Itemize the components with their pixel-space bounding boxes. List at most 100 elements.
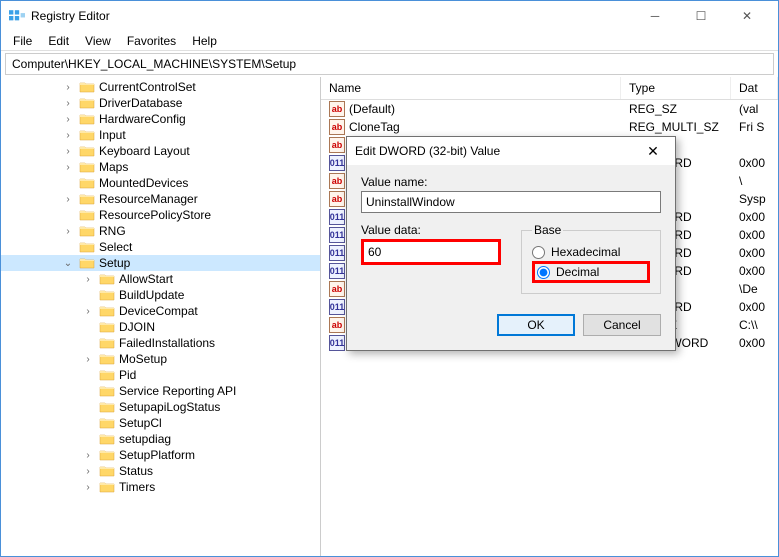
tree-expand-icon[interactable] (81, 432, 95, 446)
radio-hexadecimal-row[interactable]: Hexadecimal (532, 245, 650, 259)
tree-expand-icon[interactable]: › (61, 128, 75, 142)
radio-hexadecimal[interactable] (532, 246, 545, 259)
base-legend: Base (532, 223, 563, 237)
tree-item-resourcepolicystore[interactable]: ResourcePolicyStore (1, 207, 320, 223)
tree-item-mounteddevices[interactable]: MountedDevices (1, 175, 320, 191)
cell-data: 0x00 (731, 227, 778, 243)
tree-item-setup[interactable]: ⌄Setup (1, 255, 320, 271)
maximize-button[interactable]: ☐ (678, 1, 724, 31)
tree-item-failedinstallations[interactable]: FailedInstallations (1, 335, 320, 351)
radio-decimal-row[interactable]: Decimal (532, 261, 650, 283)
value-name-input[interactable] (361, 191, 661, 213)
tree-item-devicecompat[interactable]: ›DeviceCompat (1, 303, 320, 319)
tree-item-keyboard-layout[interactable]: ›Keyboard Layout (1, 143, 320, 159)
tree-expand-icon[interactable]: › (61, 224, 75, 238)
tree-item-setupplatform[interactable]: ›SetupPlatform (1, 447, 320, 463)
address-bar[interactable] (5, 53, 774, 75)
tree-expand-icon[interactable]: › (81, 304, 95, 318)
col-name[interactable]: Name (321, 77, 621, 99)
tree-item-pid[interactable]: Pid (1, 367, 320, 383)
tree-label: Status (119, 464, 153, 478)
col-type[interactable]: Type (621, 77, 731, 99)
menu-edit[interactable]: Edit (40, 32, 77, 50)
folder-icon (99, 464, 115, 478)
binary-value-icon: 011 (329, 227, 345, 243)
tree-label: DJOIN (119, 320, 155, 334)
radio-decimal-label: Decimal (556, 265, 599, 279)
tree-item-resourcemanager[interactable]: ›ResourceManager (1, 191, 320, 207)
tree-expand-icon[interactable]: › (61, 80, 75, 94)
cell-data: 0x00 (731, 263, 778, 279)
menu-favorites[interactable]: Favorites (119, 32, 184, 50)
menu-view[interactable]: View (77, 32, 119, 50)
menu-help[interactable]: Help (184, 32, 225, 50)
tree-expand-icon[interactable]: › (61, 144, 75, 158)
address-input[interactable] (12, 57, 767, 71)
tree-panel[interactable]: ›CurrentControlSet›DriverDatabase›Hardwa… (1, 77, 321, 556)
tree-item-currentcontrolset[interactable]: ›CurrentControlSet (1, 79, 320, 95)
value-data-input[interactable] (361, 239, 501, 265)
tree-expand-icon[interactable] (81, 400, 95, 414)
folder-icon (99, 304, 115, 318)
tree-label: Service Reporting API (119, 384, 236, 398)
tree-expand-icon[interactable]: › (81, 448, 95, 462)
menu-file[interactable]: File (5, 32, 40, 50)
cell-data: (val (731, 101, 778, 117)
dialog-close-button[interactable]: ✕ (639, 137, 667, 165)
cancel-button[interactable]: Cancel (583, 314, 661, 336)
radio-decimal[interactable] (537, 266, 550, 279)
cell-name: abCloneTag (321, 118, 621, 136)
tree-item-setupcl[interactable]: SetupCl (1, 415, 320, 431)
tree-item-timers[interactable]: ›Timers (1, 479, 320, 495)
tree-item-mosetup[interactable]: › MoSetup (1, 351, 320, 367)
tree-expand-icon[interactable]: › (81, 464, 95, 478)
tree-expand-icon[interactable] (81, 416, 95, 430)
list-row[interactable]: ab(Default)REG_SZ(val (321, 100, 778, 118)
tree-expand-icon[interactable] (81, 320, 95, 334)
tree-expand-icon[interactable]: › (61, 192, 75, 206)
tree-label: ResourcePolicyStore (99, 208, 211, 222)
folder-icon (79, 112, 95, 126)
tree-item-setupdiag[interactable]: setupdiag (1, 431, 320, 447)
cell-data: 0x00 (731, 245, 778, 261)
tree-expand-icon[interactable]: › (81, 352, 95, 366)
tree-expand-icon[interactable]: › (81, 272, 95, 286)
tree-expand-icon[interactable]: › (61, 160, 75, 174)
minimize-button[interactable]: ─ (632, 1, 678, 31)
tree-item-setupapilogstatus[interactable]: SetupapiLogStatus (1, 399, 320, 415)
string-value-icon: ab (329, 119, 345, 135)
folder-icon (79, 128, 95, 142)
tree-item-status[interactable]: › Status (1, 463, 320, 479)
ok-button[interactable]: OK (497, 314, 575, 336)
tree-item-buildupdate[interactable]: BuildUpdate (1, 287, 320, 303)
tree-item-input[interactable]: ›Input (1, 127, 320, 143)
list-row[interactable]: abCloneTagREG_MULTI_SZFri S (321, 118, 778, 136)
tree-expand-icon[interactable] (81, 368, 95, 382)
tree-item-allowstart[interactable]: ›AllowStart (1, 271, 320, 287)
tree-expand-icon[interactable]: › (61, 96, 75, 110)
tree-expand-icon[interactable]: › (81, 480, 95, 494)
folder-icon (79, 240, 95, 254)
tree-item-maps[interactable]: ›Maps (1, 159, 320, 175)
tree-item-service-reporting-api[interactable]: Service Reporting API (1, 383, 320, 399)
tree-expand-icon[interactable] (61, 240, 75, 254)
tree-item-select[interactable]: Select (1, 239, 320, 255)
tree-expand-icon[interactable] (61, 208, 75, 222)
tree-label: MoSetup (119, 352, 167, 366)
tree-item-djoin[interactable]: DJOIN (1, 319, 320, 335)
tree-expand-icon[interactable] (61, 176, 75, 190)
tree-expand-icon[interactable] (81, 288, 95, 302)
tree-item-rng[interactable]: ›RNG (1, 223, 320, 239)
folder-icon (99, 480, 115, 494)
cell-data: \De (731, 281, 778, 297)
dialog-titlebar[interactable]: Edit DWORD (32-bit) Value ✕ (347, 137, 675, 165)
menubar: File Edit View Favorites Help (1, 31, 778, 51)
tree-item-hardwareconfig[interactable]: ›HardwareConfig (1, 111, 320, 127)
tree-expand-icon[interactable] (81, 336, 95, 350)
tree-expand-icon[interactable] (81, 384, 95, 398)
close-button[interactable]: ✕ (724, 1, 770, 31)
tree-expand-icon[interactable]: › (61, 112, 75, 126)
col-data[interactable]: Dat (731, 77, 778, 99)
tree-expand-icon[interactable]: ⌄ (61, 256, 75, 270)
tree-item-driverdatabase[interactable]: ›DriverDatabase (1, 95, 320, 111)
